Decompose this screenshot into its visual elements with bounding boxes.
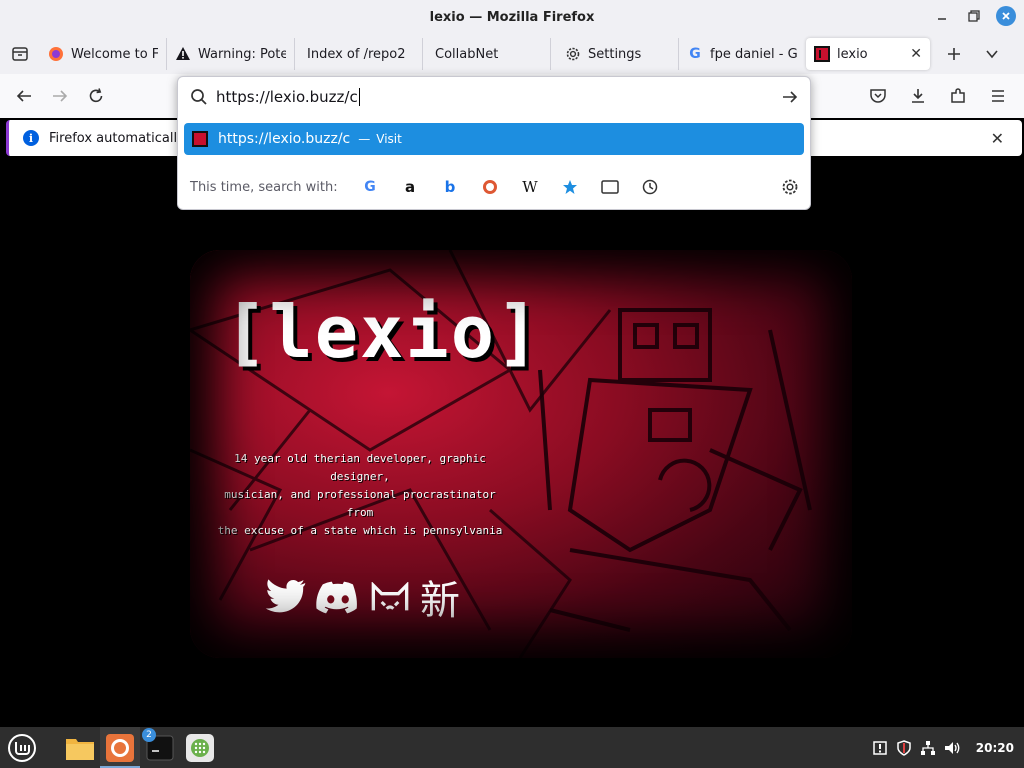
page-content: [lexio] 14 year old therian developer, g… [0, 162, 1024, 727]
shield-icon[interactable] [896, 739, 912, 756]
urlbar-dropdown: https://lexio.buzz/c https://lexio.buzz/… [177, 76, 811, 210]
menu-button[interactable] [980, 80, 1016, 112]
minimize-button[interactable] [932, 6, 952, 26]
firefox-icon [48, 46, 64, 62]
suggestion-action: Visit [376, 132, 402, 146]
tab-collabnet[interactable]: CollabNet [422, 38, 550, 70]
firefox-launcher[interactable] [100, 727, 140, 768]
tab-google[interactable]: G fpe daniel - Go [678, 38, 806, 70]
url-input[interactable]: https://lexio.buzz/c [178, 77, 810, 117]
hero-banner: [lexio] 14 year old therian developer, g… [190, 250, 852, 658]
window-title: lexio — Mozilla Firefox [429, 9, 595, 25]
pocket-button[interactable] [860, 80, 896, 112]
plus-icon [948, 48, 960, 60]
mint-menu-button[interactable] [2, 727, 42, 768]
extensions-button[interactable] [940, 80, 976, 112]
volume-icon[interactable] [944, 740, 962, 756]
google-icon: G [689, 46, 701, 62]
new-tab-button[interactable] [938, 38, 970, 70]
close-tab-icon[interactable]: ✕ [910, 46, 922, 62]
update-notification-icon[interactable] [872, 740, 888, 756]
kanji-link[interactable]: 新 [420, 568, 460, 626]
info-icon: i [23, 130, 39, 146]
back-arrow-icon [16, 90, 31, 102]
system-tray: 20:20 [872, 727, 1014, 768]
tab-welcome[interactable]: Welcome to F [40, 38, 166, 70]
search-settings-gear-icon[interactable] [780, 177, 800, 197]
search-engines-label: This time, search with: [190, 179, 338, 195]
forward-arrow-icon [53, 90, 68, 102]
list-all-tabs-button[interactable] [976, 38, 1008, 70]
wikipedia-engine-icon[interactable]: W [510, 172, 550, 202]
notification-text: Firefox automatically s [49, 130, 196, 146]
reload-icon [89, 88, 103, 103]
tabs-icon[interactable] [590, 172, 630, 202]
window-titlebar: lexio — Mozilla Firefox [0, 0, 1024, 34]
cat-icon[interactable] [368, 575, 412, 619]
firefox-icon [106, 733, 134, 762]
terminal-launcher[interactable]: 2 [140, 727, 180, 768]
history-clock-icon[interactable] [630, 172, 670, 202]
suggestion-separator: — [358, 132, 371, 146]
network-icon[interactable] [920, 740, 936, 756]
site-logo: [lexio] [224, 290, 542, 374]
download-icon [912, 89, 924, 103]
go-arrow-icon[interactable] [780, 87, 800, 107]
bing-engine-icon[interactable]: b [430, 172, 470, 202]
forward-button[interactable] [42, 80, 78, 112]
gear-icon [565, 46, 581, 62]
duckduckgo-engine-icon[interactable] [470, 172, 510, 202]
url-text: https://lexio.buzz/c [216, 87, 360, 107]
close-notification-icon[interactable]: ✕ [991, 129, 1004, 148]
tab-strip: Welcome to F Warning: Pote Index of /rep… [0, 34, 1024, 74]
background-artwork [190, 250, 812, 658]
back-button[interactable] [6, 80, 42, 112]
tab-warning[interactable]: Warning: Pote [166, 38, 294, 70]
tab-settings[interactable]: Settings [550, 38, 678, 70]
files-launcher[interactable] [60, 727, 100, 768]
maximize-button[interactable] [964, 6, 984, 26]
firefox-view-icon [12, 47, 28, 61]
search-engines-row: This time, search with: G a b W [178, 167, 810, 207]
hamburger-icon [992, 90, 1004, 102]
site-tagline: 14 year old therian developer, graphic d… [217, 452, 503, 537]
url-suggestion-row[interactable]: https://lexio.buzz/c — Visit [184, 123, 804, 155]
close-window-button[interactable] [996, 6, 1016, 26]
firefox-view-button[interactable] [0, 34, 40, 74]
downloads-button[interactable] [900, 80, 936, 112]
linux-mint-icon [8, 733, 36, 762]
discord-icon[interactable] [316, 575, 360, 619]
clock[interactable]: 20:20 [976, 741, 1014, 755]
taskbar: 2 20:20 [0, 727, 1024, 768]
social-links: 新 [264, 568, 460, 626]
amazon-engine-icon[interactable]: a [390, 172, 430, 202]
calculator-launcher[interactable] [180, 727, 220, 768]
pocket-icon [870, 89, 886, 103]
folder-icon [66, 738, 94, 760]
twitter-icon[interactable] [264, 575, 308, 619]
lexio-favicon [192, 131, 208, 147]
terminal-badge: 2 [142, 728, 156, 742]
google-engine-icon[interactable]: G [350, 172, 390, 202]
chevron-down-icon [986, 50, 998, 59]
tab-index-repo2[interactable]: Index of /repo2 [294, 38, 422, 70]
reload-button[interactable] [78, 80, 114, 112]
lexio-favicon [814, 46, 830, 62]
warning-icon [175, 46, 191, 62]
app-grid-icon [186, 733, 214, 762]
bookmarks-star-icon[interactable] [550, 172, 590, 202]
search-icon [191, 89, 207, 105]
suggestion-url: https://lexio.buzz/c [218, 131, 351, 147]
puzzle-icon [951, 88, 965, 103]
tab-lexio[interactable]: lexio ✕ [806, 38, 930, 70]
